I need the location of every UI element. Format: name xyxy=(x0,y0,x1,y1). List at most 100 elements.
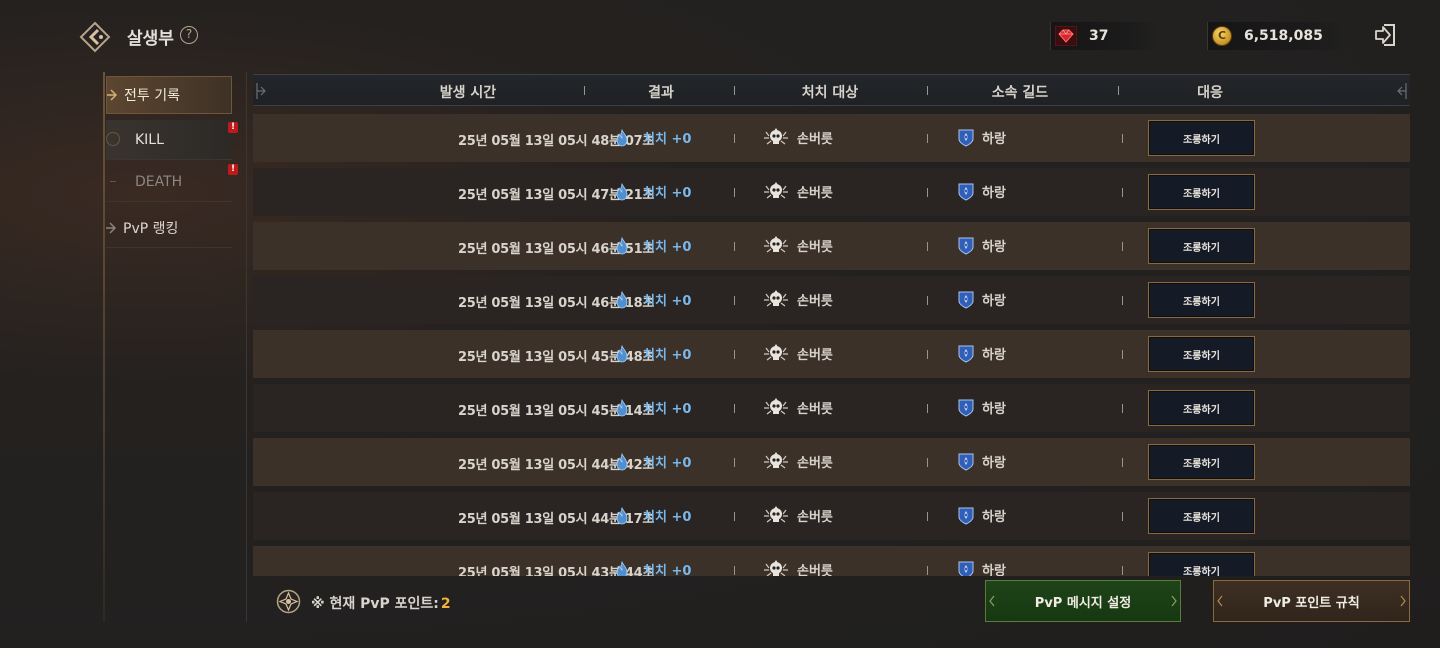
guild-name: 하랑 xyxy=(982,564,1006,576)
sub-indicator-icon xyxy=(106,132,120,146)
column-header-target: 처치 대상 xyxy=(801,85,859,101)
help-icon[interactable]: ? xyxy=(180,26,198,44)
column-separator xyxy=(734,512,735,521)
pvp-point-rules-button[interactable]: PvP 포인트 규칙 xyxy=(1213,580,1410,622)
back-icon[interactable] xyxy=(78,20,112,54)
column-separator xyxy=(927,512,928,521)
result-text: 처치 +0 xyxy=(643,348,692,363)
blue-flame-icon xyxy=(616,128,628,146)
ornament-icon xyxy=(1171,595,1177,607)
column-separator xyxy=(584,242,585,251)
pvp-points-label: ※ 현재 PvP 포인트: xyxy=(311,596,439,612)
ornament-icon xyxy=(256,83,266,99)
table-row: 25년 05월 13일 05시 44분 17초 처치 +0 손버릇 하랑 조롱하기 xyxy=(253,492,1410,540)
guild-name: 하랑 xyxy=(982,510,1006,525)
target-name: 손버릇 xyxy=(797,509,833,525)
column-header-action: 대응 xyxy=(1197,85,1223,101)
sidebar-item-kill[interactable]: KILL ! xyxy=(106,120,238,160)
result-cell: 처치 +0 xyxy=(615,128,691,147)
column-separator xyxy=(927,242,928,251)
result-text: 처치 +0 xyxy=(643,186,692,201)
skull-crest-icon xyxy=(764,560,788,576)
column-separator xyxy=(927,404,928,413)
skull-crest-icon xyxy=(764,290,788,307)
table-row: 25년 05월 13일 05시 46분 51초 처치 +0 손버릇 하랑 조롱하기 xyxy=(253,222,1410,270)
column-separator xyxy=(1122,566,1123,575)
table-row: 25년 05월 13일 05시 48분 07초 처치 +0 손버릇 하랑 조롱하기 xyxy=(253,114,1410,162)
result-cell: 처치 +0 xyxy=(615,560,691,576)
result-text: 처치 +0 xyxy=(643,510,692,525)
guild-shield-icon xyxy=(958,453,974,471)
skull-crest-icon xyxy=(764,236,788,253)
sidebar-item-death[interactable]: DEATH ! xyxy=(106,162,238,202)
exit-icon[interactable] xyxy=(1372,22,1398,48)
column-separator xyxy=(927,296,928,305)
mock-button[interactable]: 조롱하기 xyxy=(1148,282,1255,318)
column-separator xyxy=(734,242,735,251)
column-separator xyxy=(734,296,735,305)
skull-crest-icon xyxy=(764,182,788,199)
target-name: 손버릇 xyxy=(797,347,833,363)
column-separator xyxy=(1122,350,1123,359)
table-row: 25년 05월 13일 05시 45분 14초 처치 +0 손버릇 하랑 조롱하기 xyxy=(253,384,1410,432)
column-separator xyxy=(734,404,735,413)
result-text: 처치 +0 xyxy=(643,132,692,147)
button-label: PvP 메시지 설정 xyxy=(1034,595,1132,611)
notification-badge: ! xyxy=(228,164,238,175)
result-text: 처치 +0 xyxy=(643,402,692,417)
column-separator xyxy=(734,134,735,143)
column-separator xyxy=(584,86,585,95)
mock-button[interactable]: 조롱하기 xyxy=(1148,390,1255,426)
guild-shield-icon xyxy=(958,129,974,147)
guild-name: 하랑 xyxy=(982,240,1006,255)
mock-button[interactable]: 조롱하기 xyxy=(1148,552,1255,576)
column-separator xyxy=(927,458,928,467)
mock-button[interactable]: 조롱하기 xyxy=(1148,174,1255,210)
sidebar-item-label: PvP 랭킹 xyxy=(123,220,179,237)
mock-button[interactable]: 조롱하기 xyxy=(1148,444,1255,480)
column-separator xyxy=(1122,188,1123,197)
record-list[interactable]: 25년 05월 13일 05시 48분 07초 처치 +0 손버릇 하랑 조롱하기 25년… xyxy=(253,114,1410,576)
mock-button[interactable]: 조롱하기 xyxy=(1148,120,1255,156)
ornament-icon xyxy=(1400,595,1406,607)
table-row: 25년 05월 13일 05시 46분 18초 처치 +0 손버릇 하랑 조롱하기 xyxy=(253,276,1410,324)
column-separator xyxy=(1122,512,1123,521)
gold-amount: 6,518,085 xyxy=(1244,28,1323,44)
column-separator xyxy=(584,566,585,575)
column-separator xyxy=(584,134,585,143)
guild-cell: 하랑 xyxy=(958,182,1006,201)
pvp-points-info: ※ 현재 PvP 포인트: 2 xyxy=(311,593,451,613)
column-separator xyxy=(927,86,928,95)
skull-crest-icon xyxy=(764,128,788,145)
mock-button[interactable]: 조롱하기 xyxy=(1148,336,1255,372)
sidebar-item-pvp-ranking[interactable]: PvP 랭킹 xyxy=(106,208,232,248)
mock-button[interactable]: 조롱하기 xyxy=(1148,498,1255,534)
target-cell: 손버릇 xyxy=(763,234,833,256)
blue-flame-icon xyxy=(616,560,628,576)
table-row: 25년 05월 13일 05시 43분 44초 처치 +0 손버릇 하랑 조롱하기 xyxy=(253,546,1410,576)
pvp-message-settings-button[interactable]: PvP 메시지 설정 xyxy=(985,580,1181,622)
blue-flame-icon xyxy=(616,506,628,524)
result-text: 처치 +0 xyxy=(643,294,692,309)
sidebar-item-battle-record[interactable]: 전투 기록 xyxy=(106,76,232,114)
result-text: 처치 +0 xyxy=(643,564,692,576)
mock-button[interactable]: 조롱하기 xyxy=(1148,228,1255,264)
target-name: 손버릇 xyxy=(797,563,833,577)
skull-crest-icon xyxy=(764,506,788,523)
target-name: 손버릇 xyxy=(797,185,833,201)
guild-cell: 하랑 xyxy=(958,398,1006,417)
column-separator xyxy=(1122,134,1123,143)
result-cell: 처치 +0 xyxy=(615,398,691,417)
guild-shield-icon xyxy=(958,237,974,255)
table-header: 발생 시간 결과 처치 대상 소속 길드 대응 xyxy=(253,74,1410,106)
pvp-points-value: 2 xyxy=(440,596,451,612)
skull-crest-icon xyxy=(764,398,788,415)
column-separator xyxy=(734,350,735,359)
chevron-right-icon xyxy=(107,89,118,101)
sub-dash-icon xyxy=(110,181,116,182)
gold-coin-icon: C xyxy=(1212,26,1232,46)
column-separator xyxy=(1122,458,1123,467)
column-separator xyxy=(584,350,585,359)
column-separator xyxy=(734,86,735,95)
guild-cell: 하랑 xyxy=(958,128,1006,147)
